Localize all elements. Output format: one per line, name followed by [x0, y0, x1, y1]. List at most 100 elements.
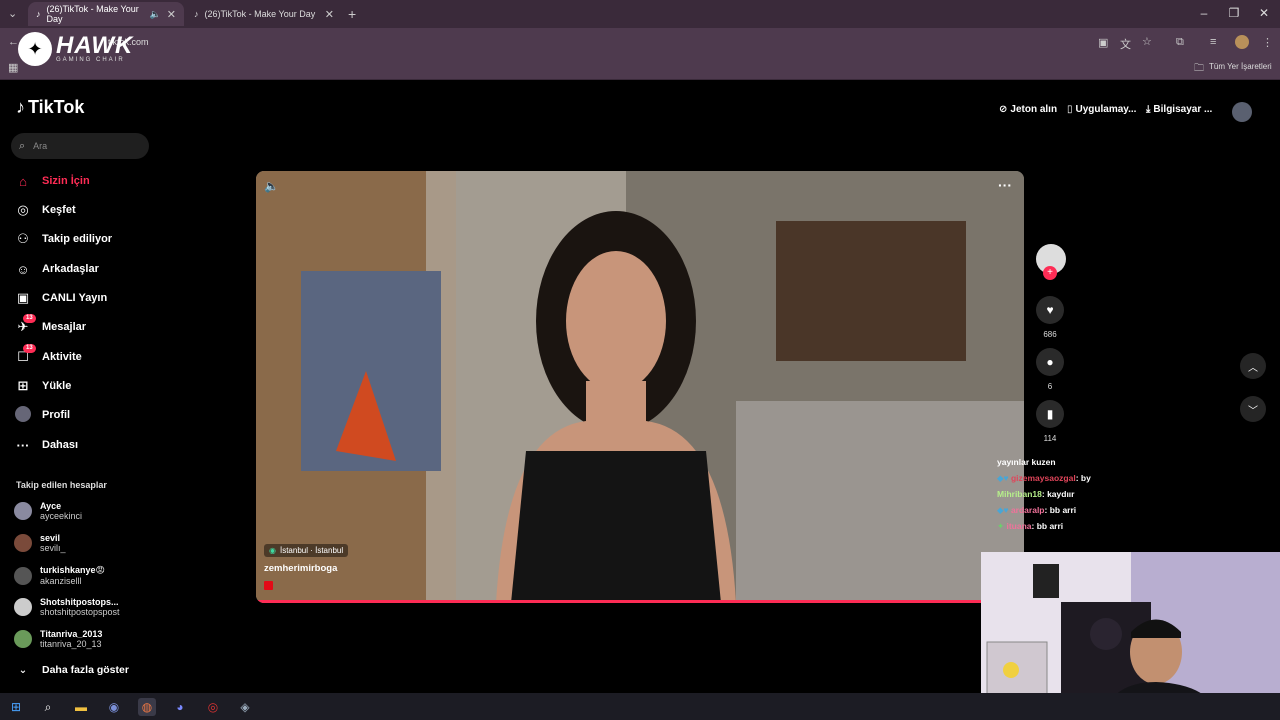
- avatar: [14, 566, 32, 585]
- get-pc-app-button[interactable]: ⤓ Bilgisayar ...: [1146, 104, 1212, 115]
- close-tab-icon[interactable]: ✕: [325, 8, 334, 21]
- chat-line: ◆♥ gizemaysaozgal: by: [997, 473, 1091, 483]
- nav-messages[interactable]: ✈ 13 Mesajlar: [14, 314, 86, 337]
- video-author[interactable]: zemherimirboga: [264, 563, 337, 574]
- followed-account[interactable]: sevil sevilı_: [14, 533, 66, 553]
- apps-icon[interactable]: ▦: [8, 61, 18, 74]
- chevron-down-icon: ⌄: [18, 664, 28, 676]
- followed-heading: Takip edilen hesaplar: [16, 480, 107, 490]
- chat-line: Mihriban18: kaydıır: [997, 489, 1075, 499]
- browser-tab-bar: ⌄ ♪ (26)TikTok - Make Your Day 🔈 ✕ ♪ (26…: [0, 0, 1280, 28]
- home-icon: ⌂: [19, 173, 27, 189]
- nav-friends[interactable]: ☺ Arkadaşlar: [14, 259, 99, 279]
- windows-start-icon[interactable]: ⊞: [7, 698, 25, 716]
- tab-search-icon[interactable]: ⌄: [8, 7, 17, 20]
- all-bookmarks[interactable]: Tüm Yer İşaretleri: [1209, 62, 1272, 71]
- activity-badge: 13: [23, 344, 36, 353]
- tiktok-logo-icon: ♪: [16, 97, 25, 117]
- tiktok-favicon-icon: ♪: [194, 9, 199, 19]
- followed-account[interactable]: Titanriva_2013 titanriva_20_13: [14, 629, 102, 649]
- search-icon: ⌕: [19, 139, 26, 152]
- chevron-down-icon: ﹀: [1248, 405, 1258, 417]
- tiktok-favicon-icon: ♪: [36, 9, 41, 19]
- nav-explore[interactable]: ◎ Keşfet: [14, 200, 75, 220]
- video-more-icon[interactable]: ···: [998, 177, 1012, 193]
- steam-icon[interactable]: ◈: [236, 698, 254, 716]
- get-coins-button[interactable]: ⊘ Jeton alın: [999, 104, 1057, 115]
- profile-avatar-icon[interactable]: [1235, 35, 1249, 49]
- bookmark-star-icon[interactable]: ☆: [1142, 35, 1152, 48]
- messages-badge: 13: [23, 314, 36, 323]
- messages-icon: ✈ 13: [14, 314, 36, 335]
- nav-upload[interactable]: ⊞ Yükle: [14, 376, 72, 396]
- followed-account[interactable]: Shotshitpostops... shotshitpostopspost: [14, 597, 120, 617]
- search-input[interactable]: Ara: [33, 141, 47, 151]
- heart-icon: ♥: [1036, 296, 1064, 324]
- download-icon: ⤓: [1146, 104, 1151, 115]
- search-box[interactable]: ⌕ Ara: [11, 133, 149, 159]
- like-button[interactable]: ♥ 686: [1036, 296, 1064, 339]
- video-player[interactable]: 🔈 ··· ◉ İstanbul · İstanbul zemherimirbo…: [256, 171, 1024, 603]
- hawk-logo-icon: ✦: [18, 32, 52, 66]
- location-tag[interactable]: ◉ İstanbul · İstanbul: [264, 544, 349, 557]
- followed-account[interactable]: turkishkanye😡 akanziselll: [14, 565, 105, 586]
- cast-icon[interactable]: ▣: [1098, 36, 1108, 49]
- more-icon: ···: [16, 437, 30, 453]
- minimize-icon[interactable]: –: [1194, 6, 1214, 20]
- user-avatar[interactable]: [1232, 102, 1252, 122]
- tiktok-sidebar: ♪ TikTok ⌕ Ara ⌂ Sizin İçin ◎ Keşfet ⚇ Taki…: [0, 81, 160, 693]
- video-frame: [256, 171, 1024, 603]
- file-explorer-icon[interactable]: ▬: [72, 698, 90, 716]
- creator-avatar[interactable]: +: [1036, 244, 1066, 288]
- avatar: [14, 502, 32, 520]
- windows-taskbar: ⊞ ⌕ ▬ ◉ ◍ ◕ ◎ ◈: [0, 693, 1280, 720]
- compass-icon: ◎: [17, 202, 29, 217]
- tiktok-logo[interactable]: ♪ TikTok: [16, 97, 84, 118]
- chat-line: ✦ ituana: bb arri: [997, 521, 1064, 531]
- app-icon[interactable]: ◉: [105, 698, 123, 716]
- avatar: [14, 630, 32, 648]
- save-button[interactable]: ▮ 114: [1036, 400, 1064, 443]
- nav-for-you[interactable]: ⌂ Sizin İçin: [14, 171, 90, 191]
- translate-icon[interactable]: 文: [1120, 36, 1131, 52]
- menu-icon[interactable]: ⋮: [1262, 36, 1273, 49]
- chrome-icon[interactable]: ◍: [138, 698, 156, 716]
- nav-live[interactable]: ▣ CANLI Yayın: [14, 288, 107, 308]
- discord-icon[interactable]: ◕: [171, 698, 189, 716]
- nav-activity[interactable]: ☐ 13 Aktivite: [14, 344, 82, 367]
- browser-tab-2[interactable]: ♪ (26)TikTok - Make Your Day ✕: [186, 2, 342, 26]
- close-tab-icon[interactable]: ✕: [167, 8, 176, 21]
- next-video-button[interactable]: ﹀: [1240, 396, 1266, 422]
- follow-plus-icon[interactable]: +: [1043, 266, 1057, 280]
- nav-more[interactable]: ··· Dahası: [14, 435, 79, 455]
- hawk-logo: ✦ HAWK GAMING CHAIR: [18, 32, 133, 66]
- progress-bar[interactable]: [256, 600, 1024, 603]
- obs-icon[interactable]: ◎: [204, 698, 222, 716]
- location-icon: ◉: [269, 546, 276, 555]
- volume-icon[interactable]: 🔈: [264, 179, 279, 193]
- address-bar: ← tiktok.com ▣ 文 ☆ ⧉ ≡ ⋮: [0, 28, 1280, 56]
- turkey-flag-icon: [264, 581, 273, 590]
- restore-icon[interactable]: ❐: [1224, 6, 1244, 20]
- comment-button[interactable]: ● 6: [1036, 348, 1064, 391]
- browser-tab-1[interactable]: ♪ (26)TikTok - Make Your Day 🔈 ✕: [28, 2, 184, 26]
- avatar: [14, 534, 32, 552]
- show-more-button[interactable]: ⌄ Daha fazla göster: [14, 660, 129, 680]
- extensions-icon[interactable]: ⧉: [1176, 36, 1184, 49]
- friends-icon: ☺: [16, 261, 30, 277]
- close-window-icon[interactable]: ✕: [1254, 6, 1274, 20]
- nav-profile[interactable]: Profil: [14, 405, 70, 425]
- chat-line: ◆♥ ardaralp: bb arri: [997, 505, 1077, 515]
- new-tab-icon[interactable]: +: [348, 6, 356, 22]
- previous-video-button[interactable]: ︿: [1240, 353, 1266, 379]
- chat-line: yayınlar kuzen: [997, 457, 1056, 467]
- nav-following[interactable]: ⚇ Takip ediliyor: [14, 229, 112, 249]
- media-icon[interactable]: ≡: [1210, 36, 1216, 48]
- hawk-logo-name: HAWK: [56, 32, 134, 59]
- audio-icon: 🔈: [149, 8, 161, 19]
- following-icon: ⚇: [17, 231, 29, 246]
- search-icon[interactable]: ⌕: [39, 698, 57, 716]
- followed-account[interactable]: Ayce ayceekinci: [14, 501, 82, 521]
- phone-icon: ▯: [1067, 104, 1073, 115]
- get-app-button[interactable]: ▯ Uygulamay...: [1067, 104, 1136, 115]
